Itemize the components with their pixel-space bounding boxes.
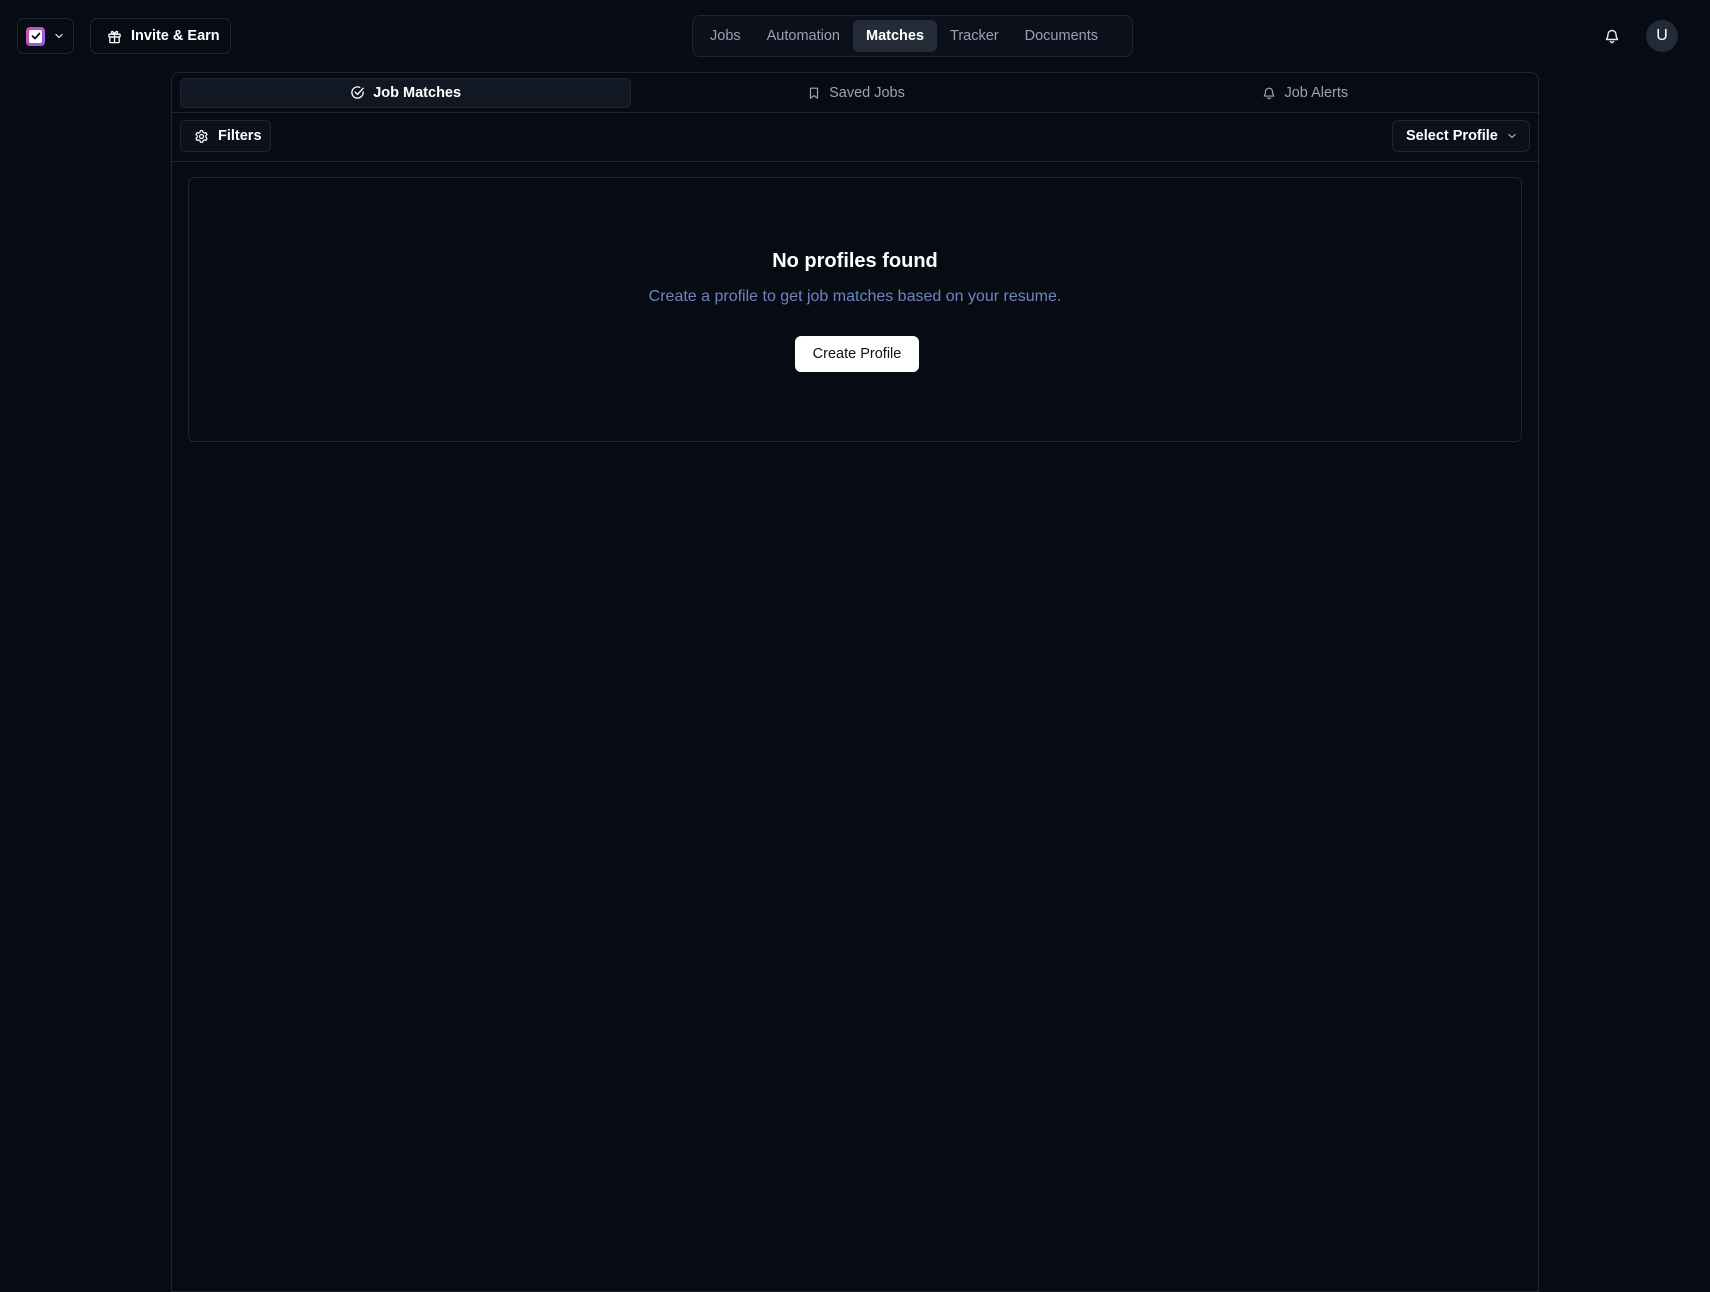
- filters-button[interactable]: Filters: [180, 120, 271, 152]
- filters-toolbar: Filters Select Profile: [172, 113, 1538, 162]
- invite-earn-label: Invite & Earn: [131, 28, 220, 44]
- nav-tab-matches[interactable]: Matches: [853, 20, 938, 52]
- tab-job-matches-label: Job Matches: [373, 84, 462, 101]
- top-bar: Invite & Earn Jobs Automation Matches Tr…: [0, 0, 1710, 72]
- tab-saved-jobs-label: Saved Jobs: [829, 84, 905, 101]
- sub-tabs: Job Matches Saved Jobs Job Alerts: [172, 73, 1538, 113]
- invite-earn-button[interactable]: Invite & Earn: [90, 18, 231, 54]
- gift-icon: [107, 29, 122, 44]
- user-avatar[interactable]: U: [1646, 20, 1678, 52]
- empty-state-description: Create a profile to get job matches base…: [648, 288, 1062, 305]
- app-logo-icon: [26, 26, 45, 46]
- tab-saved-jobs[interactable]: Saved Jobs: [631, 78, 1080, 108]
- bell-icon: [1262, 86, 1276, 100]
- chevron-down-icon: [1506, 130, 1518, 142]
- tab-job-matches[interactable]: Job Matches: [180, 77, 632, 108]
- main-nav: Jobs Automation Matches Tracker Document…: [692, 15, 1133, 57]
- matches-panel: Job Matches Saved Jobs Job Alerts Filter…: [171, 72, 1539, 1292]
- gear-icon: [194, 129, 209, 144]
- profile-select-value: Select Profile: [1406, 128, 1498, 144]
- notifications-bell-icon[interactable]: [1601, 25, 1623, 47]
- create-profile-button[interactable]: Create Profile: [795, 336, 919, 372]
- nav-tab-tracker[interactable]: Tracker: [937, 20, 1012, 52]
- workspace-switcher[interactable]: [17, 18, 74, 54]
- profile-select[interactable]: Select Profile: [1392, 120, 1530, 152]
- tab-job-alerts-label: Job Alerts: [1284, 84, 1349, 101]
- nav-tab-jobs[interactable]: Jobs: [697, 20, 754, 52]
- empty-state-title: No profiles found: [772, 250, 938, 272]
- filters-label: Filters: [218, 128, 262, 144]
- tab-job-alerts[interactable]: Job Alerts: [1081, 78, 1530, 108]
- bookmark-icon: [807, 86, 821, 100]
- empty-state-card: No profiles found Create a profile to ge…: [188, 177, 1522, 442]
- chevron-down-icon: [53, 30, 65, 42]
- nav-tab-automation[interactable]: Automation: [754, 20, 853, 52]
- check-circle-icon: [350, 85, 365, 100]
- nav-tab-documents[interactable]: Documents: [1012, 20, 1111, 52]
